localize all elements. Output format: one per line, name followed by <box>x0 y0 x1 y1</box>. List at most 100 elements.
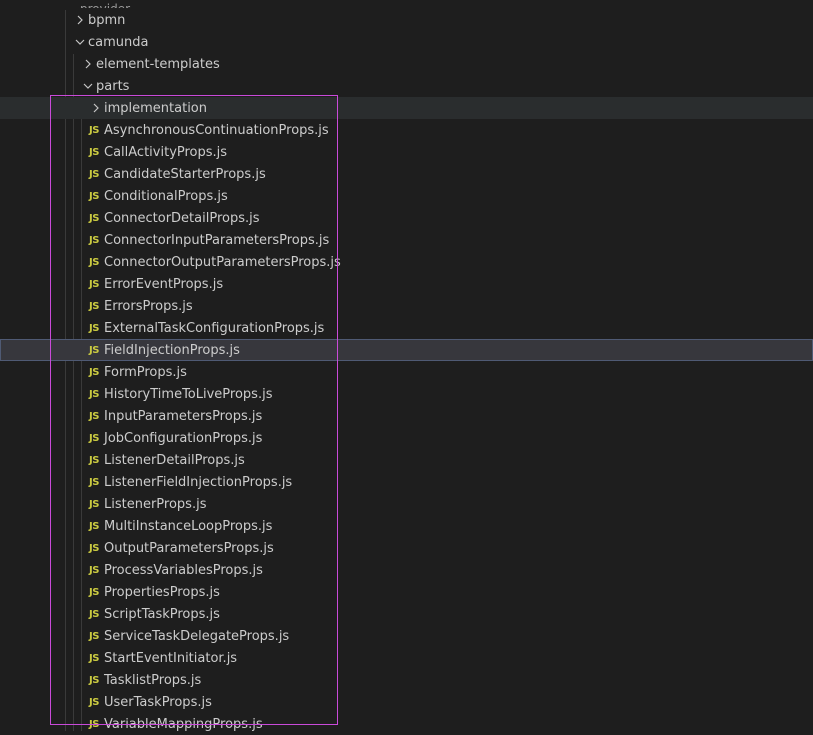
tree-file-row[interactable]: JS FormProps.js <box>0 361 813 383</box>
file-label: ConnectorDetailProps.js <box>104 210 260 226</box>
chevron-right-icon[interactable] <box>88 100 104 116</box>
tree-file-row[interactable]: JS ErrorsProps.js <box>0 295 813 317</box>
folder-label: implementation <box>104 100 208 116</box>
tree-folder-bpmn[interactable]: bpmn <box>0 9 813 31</box>
js-file-icon: JS <box>89 520 99 532</box>
file-label: ErrorsProps.js <box>104 298 193 314</box>
js-file-icon: JS <box>89 168 99 180</box>
file-label: VariableMappingProps.js <box>104 716 263 732</box>
js-file-icon: JS <box>89 256 99 268</box>
tree-file-row[interactable]: JS HistoryTimeToLiveProps.js <box>0 383 813 405</box>
tree-file-row[interactable]: JS ConnectorDetailProps.js <box>0 207 813 229</box>
file-label: CallActivityProps.js <box>104 144 228 160</box>
file-label: MultiInstanceLoopProps.js <box>104 518 273 534</box>
js-file-icon: JS <box>89 432 99 444</box>
file-label: CandidateStarterProps.js <box>104 166 266 182</box>
tree-folder-camunda[interactable]: camunda <box>0 31 813 53</box>
file-label: StartEventInitiator.js <box>104 650 238 666</box>
file-label: HistoryTimeToLiveProps.js <box>104 386 273 402</box>
folder-label: camunda <box>88 34 149 50</box>
chevron-right-icon[interactable] <box>72 12 88 28</box>
js-file-icon: JS <box>89 124 99 136</box>
js-file-icon: JS <box>89 388 99 400</box>
file-label: ConnectorInputParametersProps.js <box>104 232 330 248</box>
tree-file-row[interactable]: JS ExternalTaskConfigurationProps.js <box>0 317 813 339</box>
tree-file-row[interactable]: JS MultiInstanceLoopProps.js <box>0 515 813 537</box>
file-label: ErrorEventProps.js <box>104 276 224 292</box>
folder-label: bpmn <box>88 12 126 28</box>
file-label: ServiceTaskDelegateProps.js <box>104 628 290 644</box>
file-label: ExternalTaskConfigurationProps.js <box>104 320 325 336</box>
tree-file-row[interactable]: JS UserTaskProps.js <box>0 691 813 713</box>
tree-file-row[interactable]: JS ConditionalProps.js <box>0 185 813 207</box>
file-label: TasklistProps.js <box>104 672 202 688</box>
js-file-icon: JS <box>89 542 99 554</box>
tree-file-row[interactable]: JS InputParametersProps.js <box>0 405 813 427</box>
file-label: ListenerProps.js <box>104 496 207 512</box>
tree-file-row[interactable]: JS ConnectorInputParametersProps.js <box>0 229 813 251</box>
tree-folder-element-templates[interactable]: element-templates <box>0 53 813 75</box>
chevron-down-icon[interactable] <box>72 34 88 50</box>
js-file-icon: JS <box>89 586 99 598</box>
js-file-icon: JS <box>89 674 99 686</box>
tree-folder-parts[interactable]: parts <box>0 75 813 97</box>
js-file-icon: JS <box>89 234 99 246</box>
js-file-icon: JS <box>89 212 99 224</box>
js-file-icon: JS <box>89 630 99 642</box>
file-label: InputParametersProps.js <box>104 408 263 424</box>
file-label: FormProps.js <box>104 364 187 380</box>
js-file-icon: JS <box>89 410 99 422</box>
tree-file-row[interactable]: JS FieldInjectionProps.js <box>0 339 813 361</box>
tree-file-row[interactable]: JS StartEventInitiator.js <box>0 647 813 669</box>
js-file-icon: JS <box>89 454 99 466</box>
js-file-icon: JS <box>89 696 99 708</box>
file-label: ListenerDetailProps.js <box>104 452 245 468</box>
file-label: OutputParametersProps.js <box>104 540 274 556</box>
tree-file-row[interactable]: JS ListenerDetailProps.js <box>0 449 813 471</box>
js-file-icon: JS <box>89 498 99 510</box>
js-file-icon: JS <box>89 146 99 158</box>
file-label: UserTaskProps.js <box>104 694 212 710</box>
tree-file-row[interactable]: JS CallActivityProps.js <box>0 141 813 163</box>
js-file-icon: JS <box>89 652 99 664</box>
tree-file-row[interactable]: JS ScriptTaskProps.js <box>0 603 813 625</box>
js-file-icon: JS <box>89 322 99 334</box>
folder-label: element-templates <box>96 56 220 72</box>
tree-file-row[interactable]: JS TasklistProps.js <box>0 669 813 691</box>
file-label: ScriptTaskProps.js <box>104 606 220 622</box>
js-file-icon: JS <box>89 278 99 290</box>
tree-file-row[interactable]: JS ConnectorOutputParametersProps.js <box>0 251 813 273</box>
file-label: FieldInjectionProps.js <box>104 342 240 358</box>
file-label: ConnectorOutputParametersProps.js <box>104 254 341 270</box>
js-file-icon: JS <box>89 718 99 730</box>
folder-label: parts <box>96 78 130 94</box>
file-label: ConditionalProps.js <box>104 188 228 204</box>
tree-file-row[interactable]: JS VariableMappingProps.js <box>0 713 813 735</box>
js-file-icon: JS <box>89 366 99 378</box>
js-file-icon: JS <box>89 344 99 356</box>
file-label: ListenerFieldInjectionProps.js <box>104 474 293 490</box>
tree-row-provider[interactable]: provider <box>0 0 813 8</box>
js-file-icon: JS <box>89 476 99 488</box>
tree-file-row[interactable]: JS OutputParametersProps.js <box>0 537 813 559</box>
tree-file-row[interactable]: JS ErrorEventProps.js <box>0 273 813 295</box>
file-label: ProcessVariablesProps.js <box>104 562 263 578</box>
js-file-icon: JS <box>89 190 99 202</box>
tree-file-row[interactable]: JS PropertiesProps.js <box>0 581 813 603</box>
tree-file-row[interactable]: JS AsynchronousContinuationProps.js <box>0 119 813 141</box>
tree-file-row[interactable]: JS ServiceTaskDelegateProps.js <box>0 625 813 647</box>
tree-folder-implementation[interactable]: implementation <box>0 97 813 119</box>
tree-file-row[interactable]: JS CandidateStarterProps.js <box>0 163 813 185</box>
tree-file-row[interactable]: JS JobConfigurationProps.js <box>0 427 813 449</box>
tree-file-row[interactable]: JS ListenerFieldInjectionProps.js <box>0 471 813 493</box>
file-label: AsynchronousContinuationProps.js <box>104 122 329 138</box>
tree-file-row[interactable]: JS ProcessVariablesProps.js <box>0 559 813 581</box>
tree-file-row[interactable]: JS ListenerProps.js <box>0 493 813 515</box>
chevron-right-icon[interactable] <box>80 56 96 72</box>
js-file-icon: JS <box>89 564 99 576</box>
chevron-down-icon[interactable] <box>80 78 96 94</box>
folder-label: provider <box>80 2 130 8</box>
file-explorer-tree: provider bpmn camunda element-templates … <box>0 0 813 732</box>
js-file-icon: JS <box>89 608 99 620</box>
file-label: PropertiesProps.js <box>104 584 220 600</box>
